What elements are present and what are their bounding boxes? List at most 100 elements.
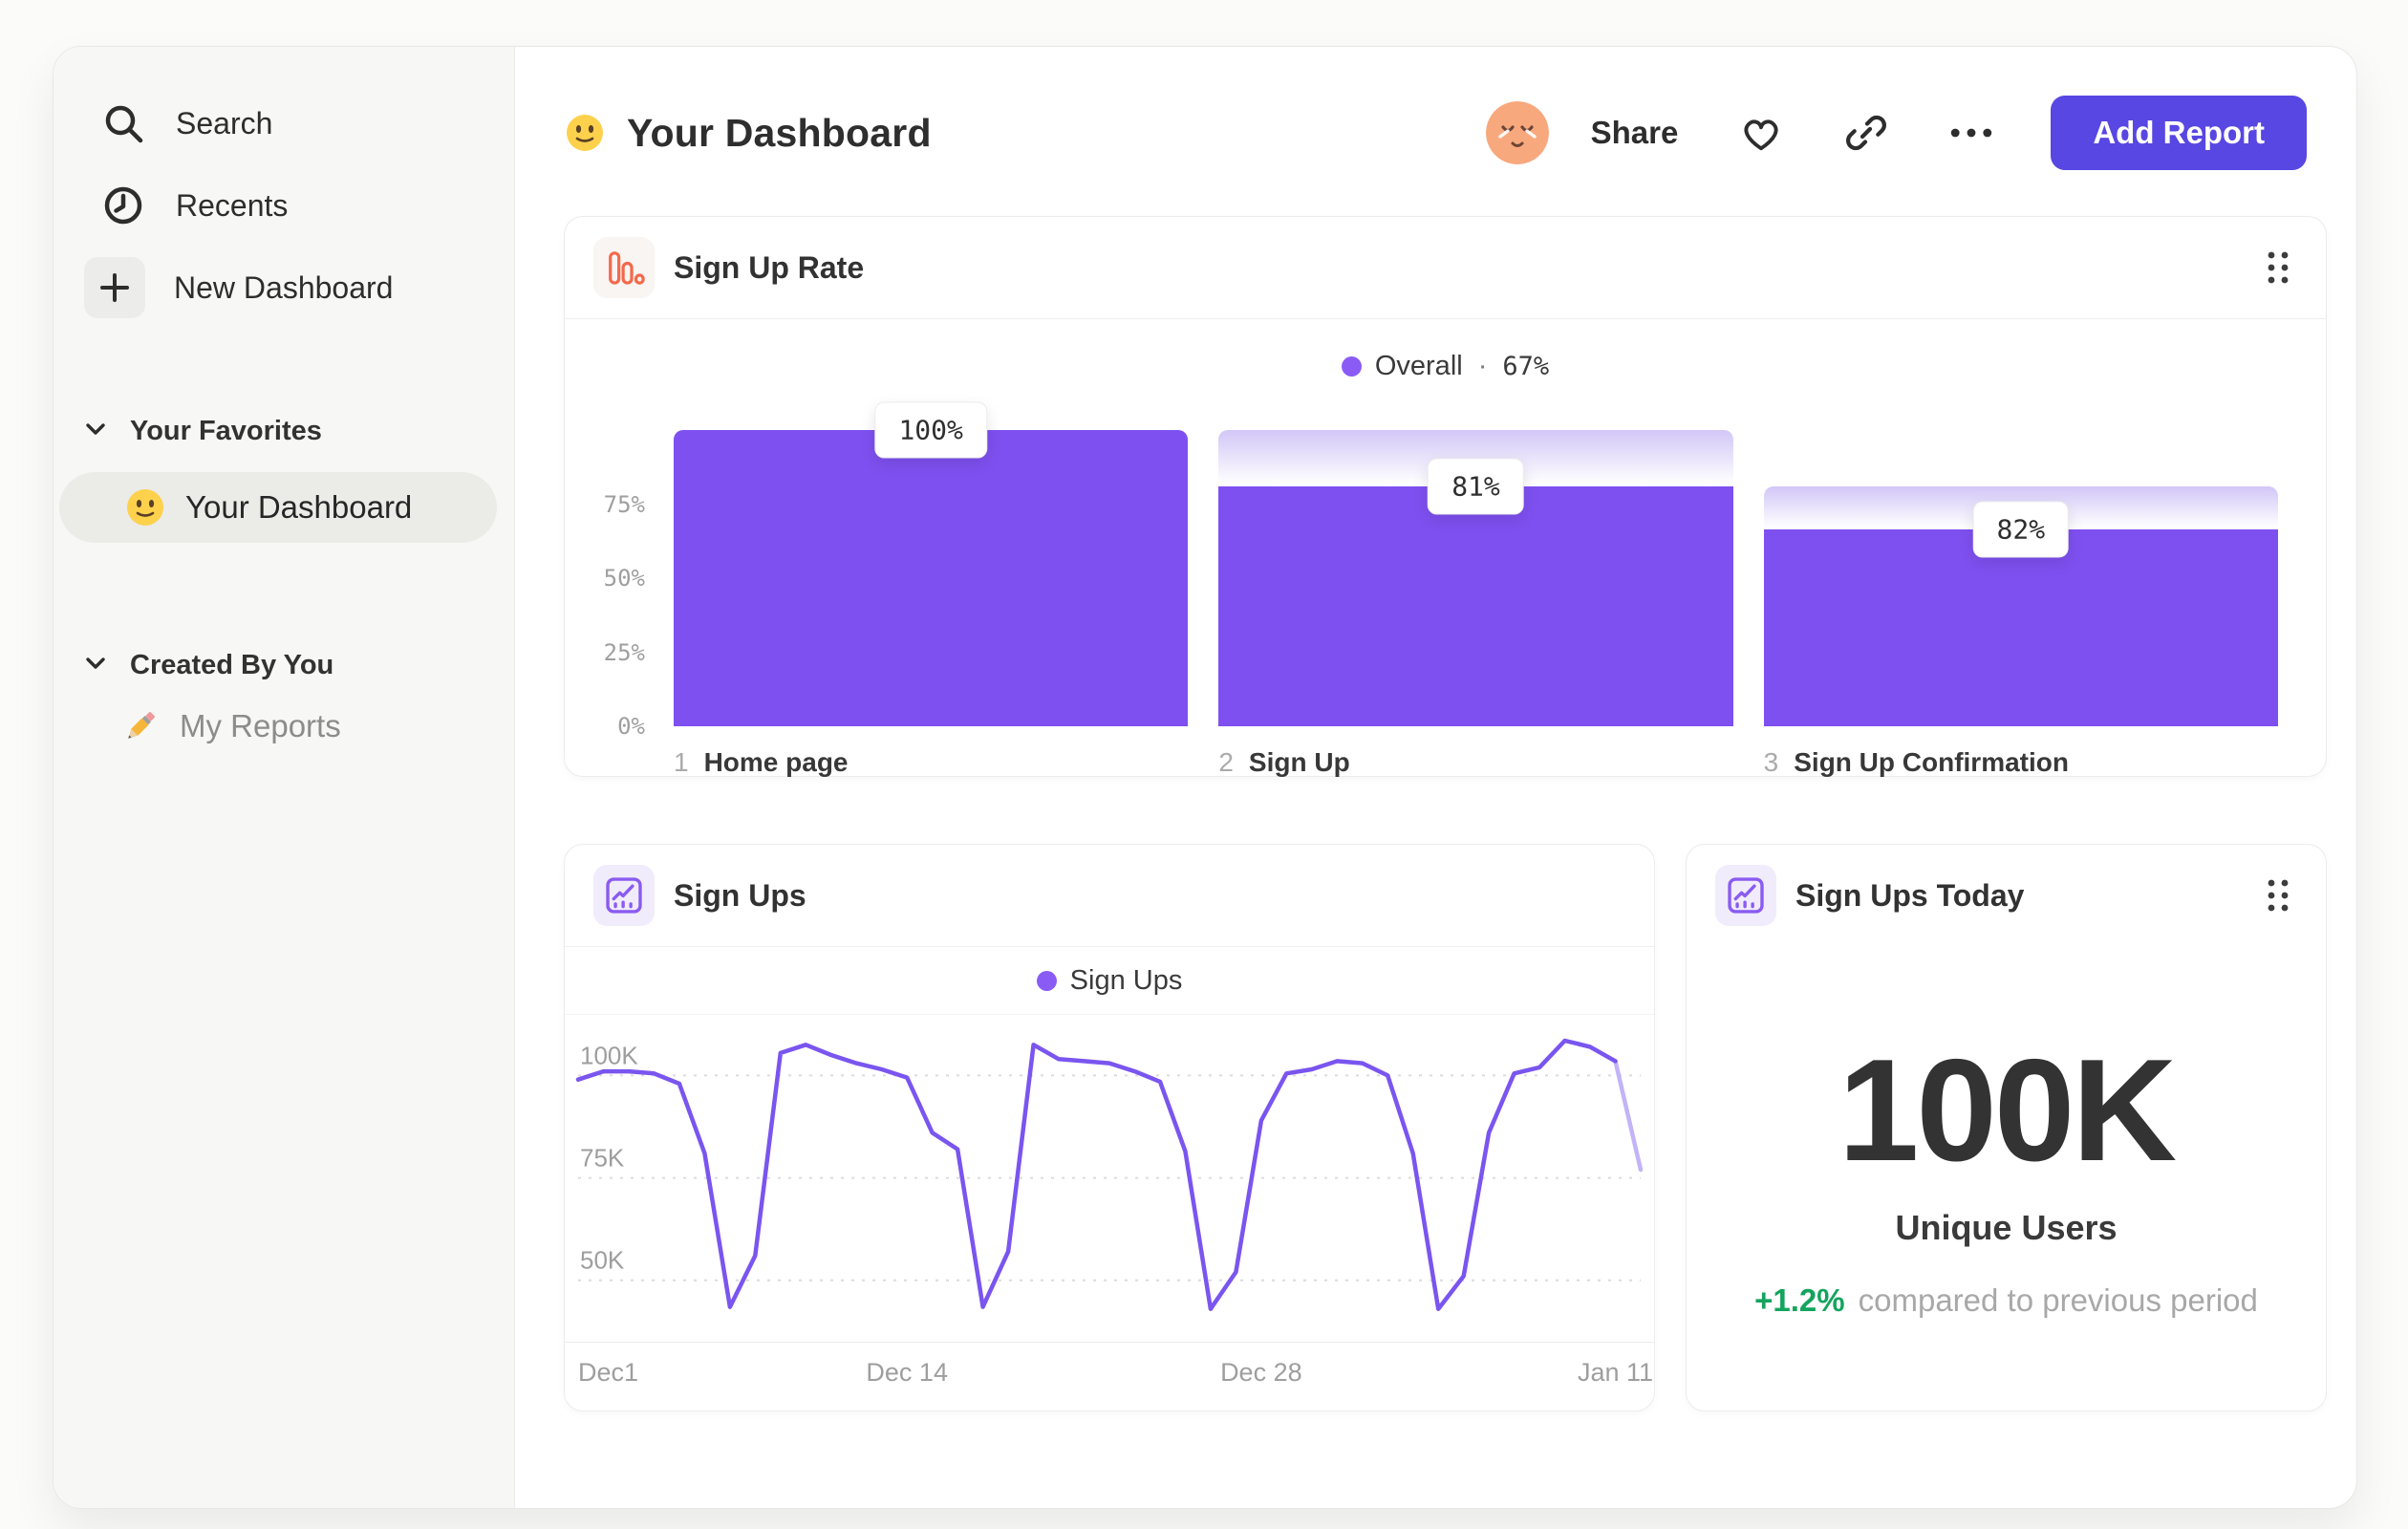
legend-value: 67% <box>1502 351 1550 381</box>
card-header: Sign Ups <box>565 845 1654 946</box>
line-legend: Sign Ups <box>565 947 1654 1014</box>
line-x-axis: Dec1 Dec 14 Dec 28 Jan 11 <box>578 1343 1653 1402</box>
metric-change-note: compared to previous period <box>1858 1282 2258 1318</box>
line-y-tick: 75K <box>580 1144 625 1173</box>
legend-dot <box>1036 970 1057 991</box>
cards-area: Sign Up Rate Overall · 67% 75% 50% 25% 0% 1… <box>514 209 2356 1411</box>
section-title: Created By You <box>130 650 334 680</box>
funnel-step-name: Home page <box>703 747 849 777</box>
funnel-step-label: 3 Sign Up Confirmation <box>1764 747 2278 778</box>
line-chart-icon <box>593 865 655 926</box>
chevron-down-icon <box>84 421 107 441</box>
search-icon <box>99 99 147 147</box>
legend-dot <box>1341 355 1362 377</box>
metric-change-value: +1.2% <box>1754 1282 1845 1318</box>
line-x-tick: Dec 14 <box>866 1358 948 1387</box>
funnel-value-tooltip: 100% <box>874 401 987 459</box>
line-chart-plot: 100K 75K 50K <box>565 1026 1654 1343</box>
funnel-chart-icon <box>593 237 655 298</box>
funnel-chart: 75% 50% 25% 0% 100% 1 Home page 81% 2 Sign Up 82%… <box>565 392 2326 778</box>
sidebar-item-label: My Reports <box>180 708 341 743</box>
sidebar-item-your-dashboard[interactable]: Your Dashboard <box>59 472 497 543</box>
funnel-step-index: 1 <box>674 747 689 777</box>
user-avatar[interactable] <box>1485 101 1549 164</box>
dashboard-header: Your Dashboard Share Add Report <box>514 47 2356 209</box>
card-sign-up-rate: Sign Up Rate Overall · 67% 75% 50% 25% 0% 1… <box>564 216 2327 777</box>
desktop-background: { "sidebar": { "nav": [ {"label": "Searc… <box>0 0 2408 1529</box>
line-y-tick: 50K <box>580 1246 625 1275</box>
metric-value: 100K <box>1838 1029 2177 1192</box>
drag-handle-icon[interactable] <box>2259 247 2297 289</box>
smiley-emoji-icon <box>564 112 606 154</box>
metric-subtitle: Unique Users <box>1895 1208 2118 1247</box>
copy-link-icon[interactable] <box>1844 111 1888 155</box>
big-number-body: 100K Unique Users +1.2% compared to prev… <box>1687 946 2326 1411</box>
funnel-step-name: Sign Up <box>1248 747 1350 777</box>
page-title: Your Dashboard <box>627 110 932 155</box>
section-your-favorites[interactable]: Your Favorites <box>84 416 514 447</box>
plus-icon <box>84 257 145 318</box>
card-header: Sign Ups Today <box>1687 845 2326 946</box>
funnel-y-tick: 25% <box>603 638 645 666</box>
section-created-by-you[interactable]: Created By You <box>84 650 514 681</box>
add-report-button[interactable]: Add Report <box>2051 96 2307 170</box>
funnel-y-tick: 50% <box>603 565 645 592</box>
legend-label: Overall <box>1374 350 1463 381</box>
favorite-heart-icon[interactable] <box>1739 111 1783 155</box>
funnel-step-name: Sign Up Confirmation <box>1794 747 2069 777</box>
card-title: Sign Ups <box>674 877 806 913</box>
funnel-bar-area: 100% <box>674 401 1189 726</box>
sidebar-item-label: Search <box>176 105 273 140</box>
funnel-step: 100% 1 Home page <box>674 401 1189 778</box>
divider <box>565 318 2326 319</box>
line-x-tick: Dec 28 <box>1220 1358 1302 1387</box>
sidebar-item-label: New Dashboard <box>174 269 394 305</box>
sidebar-item-search[interactable]: Search <box>99 93 514 154</box>
line-x-tick: Dec1 <box>578 1358 639 1387</box>
main-content: Your Dashboard Share Add Report Sign Up … <box>514 47 2356 1508</box>
drag-handle-icon[interactable] <box>2259 874 2297 916</box>
more-options-icon[interactable] <box>1949 111 1993 155</box>
funnel-step-index: 2 <box>1218 747 1234 777</box>
funnel-bar[interactable] <box>1218 485 1733 726</box>
card-sign-ups: Sign Ups Sign Ups 100K 75K 50K Dec1 Dec 14 D… <box>564 844 1655 1411</box>
funnel-bar-area: 81% <box>1218 430 1733 726</box>
chevron-down-icon <box>84 656 107 676</box>
funnel-step: 82% 3 Sign Up Confirmation <box>1763 430 2278 778</box>
signups-line-partial <box>1613 1059 1644 1173</box>
line-chart-icon <box>1715 865 1776 926</box>
section-title: Your Favorites <box>130 416 322 446</box>
legend-separator: · <box>1477 350 1488 381</box>
funnel-step-index: 3 <box>1763 747 1779 777</box>
card-title: Sign Ups Today <box>1795 877 2025 913</box>
smiley-emoji-icon <box>124 486 166 528</box>
sidebar-item-label: Recents <box>176 187 289 223</box>
sidebar: Search Recents New Dashboard Your Favori… <box>54 47 515 1508</box>
signups-line <box>575 1038 1618 1311</box>
signups-line-chart: 100K 75K 50K <box>575 1038 1644 1311</box>
metric-change-row: +1.2% compared to previous period <box>1754 1282 2258 1319</box>
app-window: Search Recents New Dashboard Your Favori… <box>53 46 2357 1509</box>
funnel-step-label: 1 Home page <box>674 747 1188 778</box>
funnel-value-tooltip: 81% <box>1428 458 1524 515</box>
divider <box>565 1014 1654 1015</box>
funnel-value-tooltip: 82% <box>1972 501 2070 558</box>
line-x-tick: Jan 11 <box>1577 1358 1654 1387</box>
funnel-bars: 100% 1 Home page 81% 2 Sign Up 82% 3 Sign Up Con… <box>674 401 2278 778</box>
sidebar-item-new-dashboard[interactable]: New Dashboard <box>84 257 514 318</box>
card-header: Sign Up Rate <box>565 217 2326 318</box>
funnel-y-axis: 75% 50% 25% 0% <box>593 430 645 741</box>
funnel-bar[interactable] <box>674 430 1189 726</box>
pencil-emoji-icon <box>120 706 161 746</box>
funnel-legend: Overall · 67% <box>565 333 2326 399</box>
funnel-bar[interactable] <box>1763 529 2278 726</box>
sidebar-item-recents[interactable]: Recents <box>99 175 514 236</box>
card-title: Sign Up Rate <box>674 249 865 285</box>
funnel-step: 81% 2 Sign Up <box>1218 430 1733 778</box>
sidebar-item-my-reports[interactable]: My Reports <box>120 706 514 746</box>
share-button[interactable]: Share <box>1591 115 1679 151</box>
recents-icon <box>99 182 147 229</box>
line-y-tick: 100K <box>580 1041 638 1069</box>
sidebar-item-label: Your Dashboard <box>185 489 413 525</box>
dashboard-title-group: Your Dashboard <box>564 111 932 156</box>
